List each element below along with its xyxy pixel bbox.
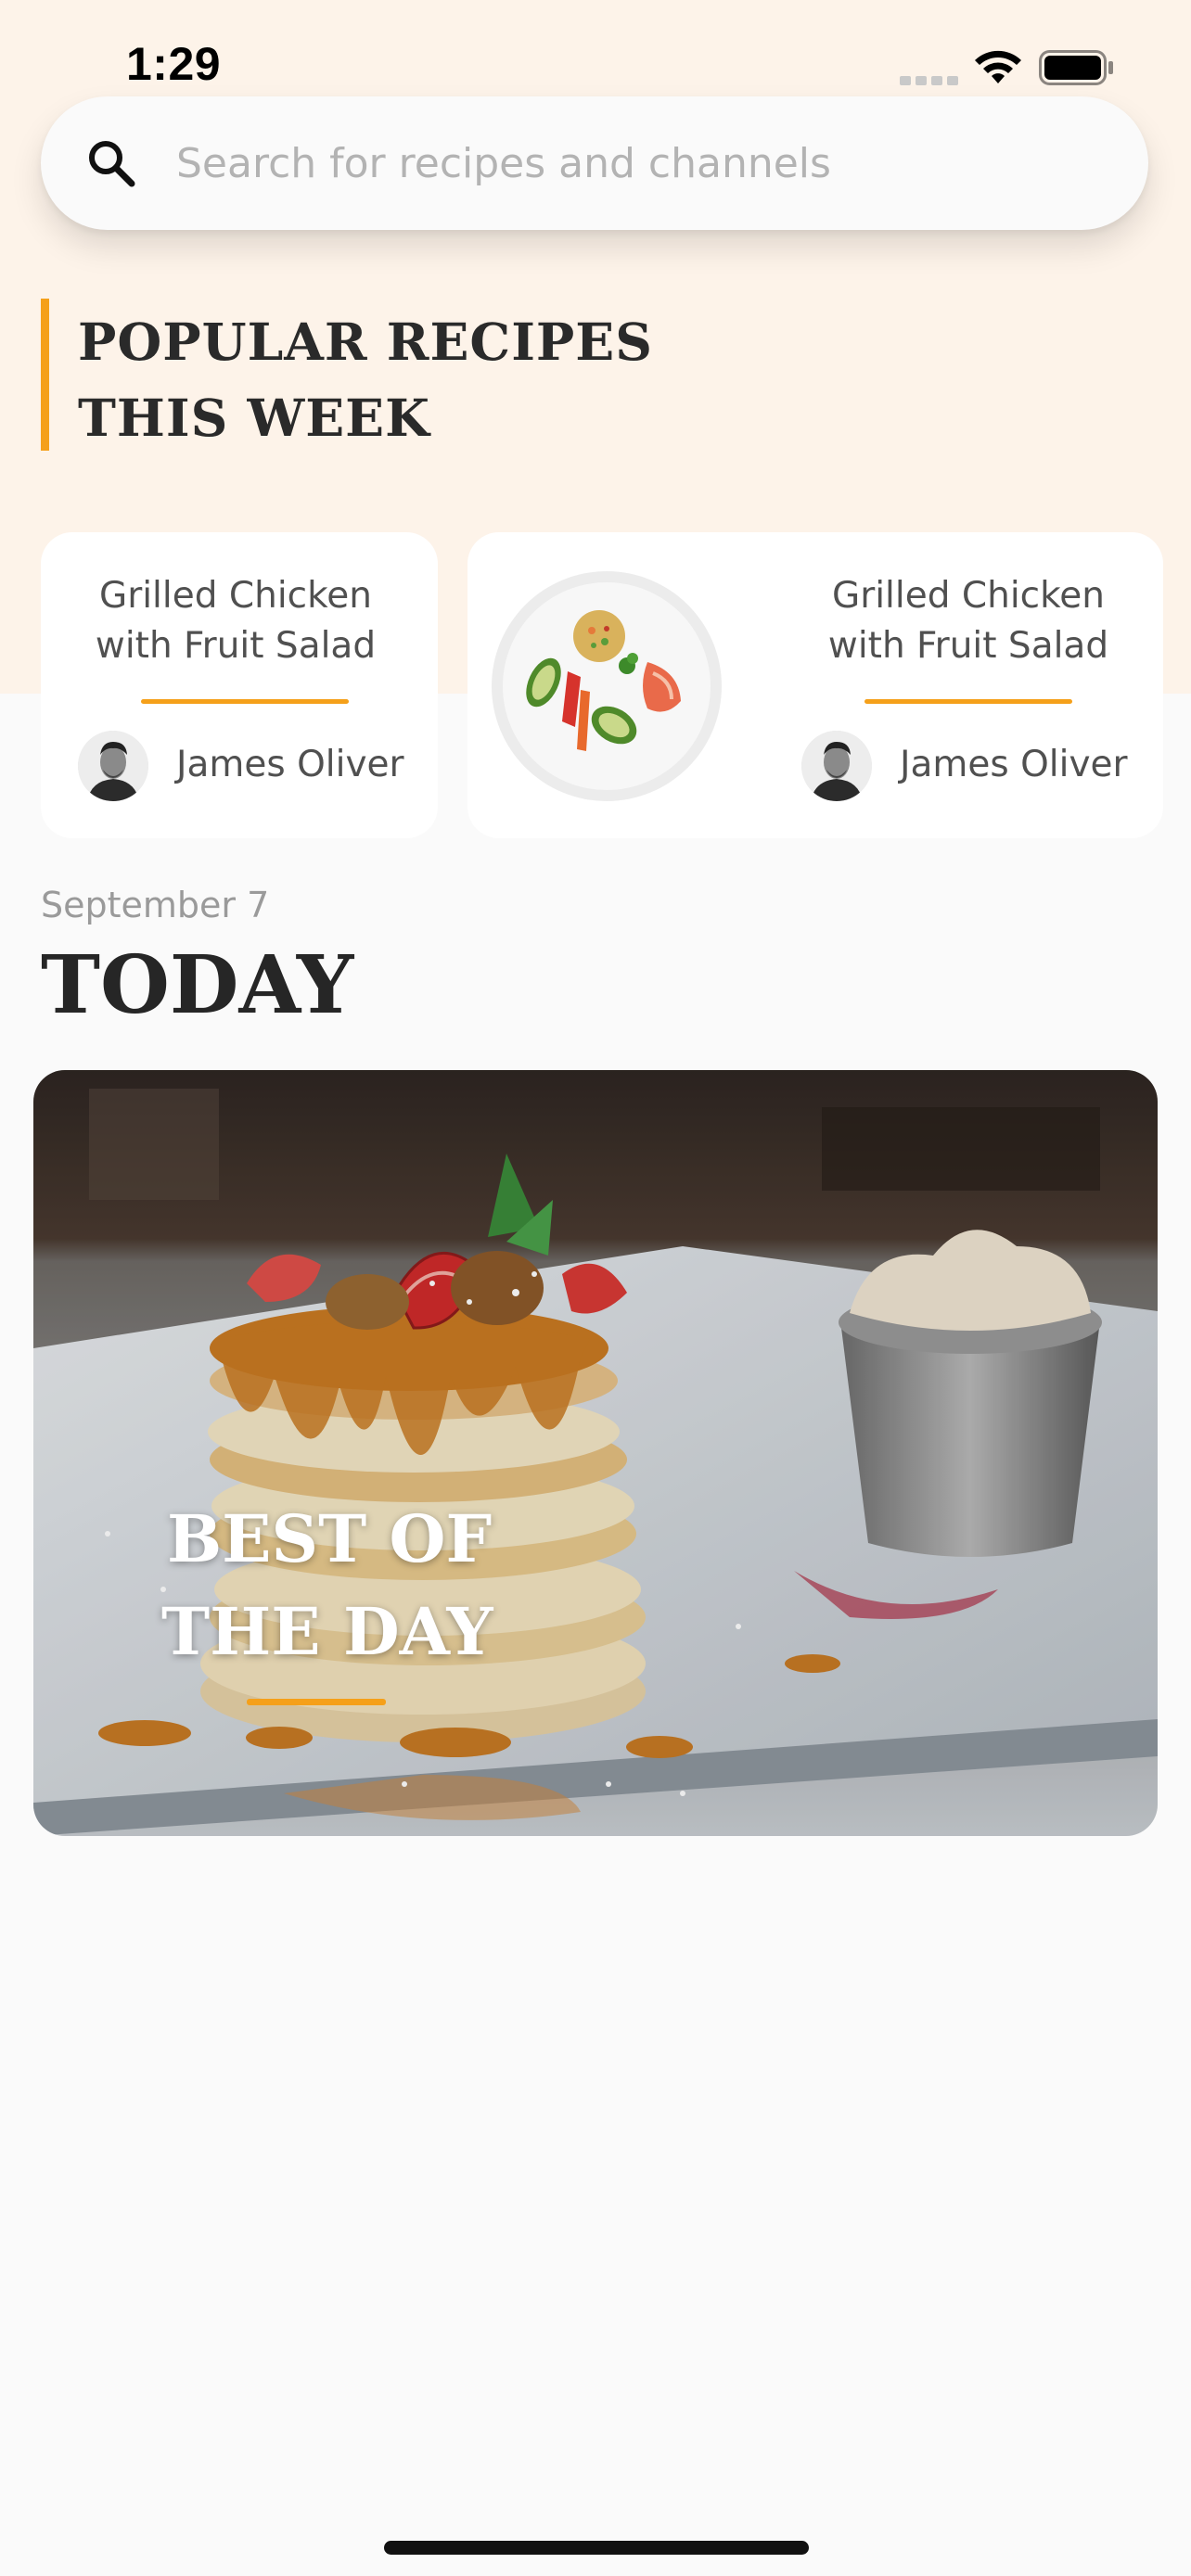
popular-title-line1: POPULAR RECIPES [78,312,653,372]
search-bar[interactable] [41,96,1148,230]
recipe-title-line1: Grilled Chicken [98,575,373,617]
feature-title: BEST OF THE DAY [161,1493,538,1678]
heading-accent-bar [41,299,49,451]
feature-title-line2: THE DAY [161,1593,493,1670]
today-date: September 7 [41,885,270,925]
recipe-title: Grilled Chicken with Fruit Salad [87,571,384,671]
author-name: James Oliver [900,744,1128,785]
recipe-card[interactable]: Grilled Chicken with Fruit Salad James O… [467,532,1163,838]
feature-title-line1: BEST OF [167,1500,493,1577]
recipe-title-line2: with Fruit Salad [95,625,377,667]
home-indicator[interactable] [384,2541,809,2555]
author-avatar [78,731,148,801]
feature-image [33,1070,1158,1836]
best-of-day-card[interactable]: BEST OF THE DAY [33,1070,1158,1836]
status-time: 1:29 [126,38,222,90]
recipe-card[interactable]: Grilled Chicken with Fruit Salad James O… [41,532,438,838]
author-avatar [801,731,872,801]
recipe-title: Grilled Chicken with Fruit Salad [811,571,1126,671]
recipe-title-line1: Grilled Chicken [831,575,1106,617]
author-name: James Oliver [176,744,404,785]
battery-icon [1039,50,1113,85]
wifi-icon [975,50,1021,83]
popular-title: POPULAR RECIPES THIS WEEK [78,304,690,456]
signal-icon [900,70,959,85]
recipe-image [492,571,722,801]
search-icon [89,141,135,187]
feature-title-underline [247,1699,386,1705]
today-title: TODAY [41,938,354,1032]
recipe-title-underline [864,699,1072,704]
popular-title-line2: THIS WEEK [78,388,430,448]
recipe-title-underline [141,699,349,704]
search-input[interactable] [176,96,1104,230]
recipe-title-line2: with Fruit Salad [827,625,1109,667]
